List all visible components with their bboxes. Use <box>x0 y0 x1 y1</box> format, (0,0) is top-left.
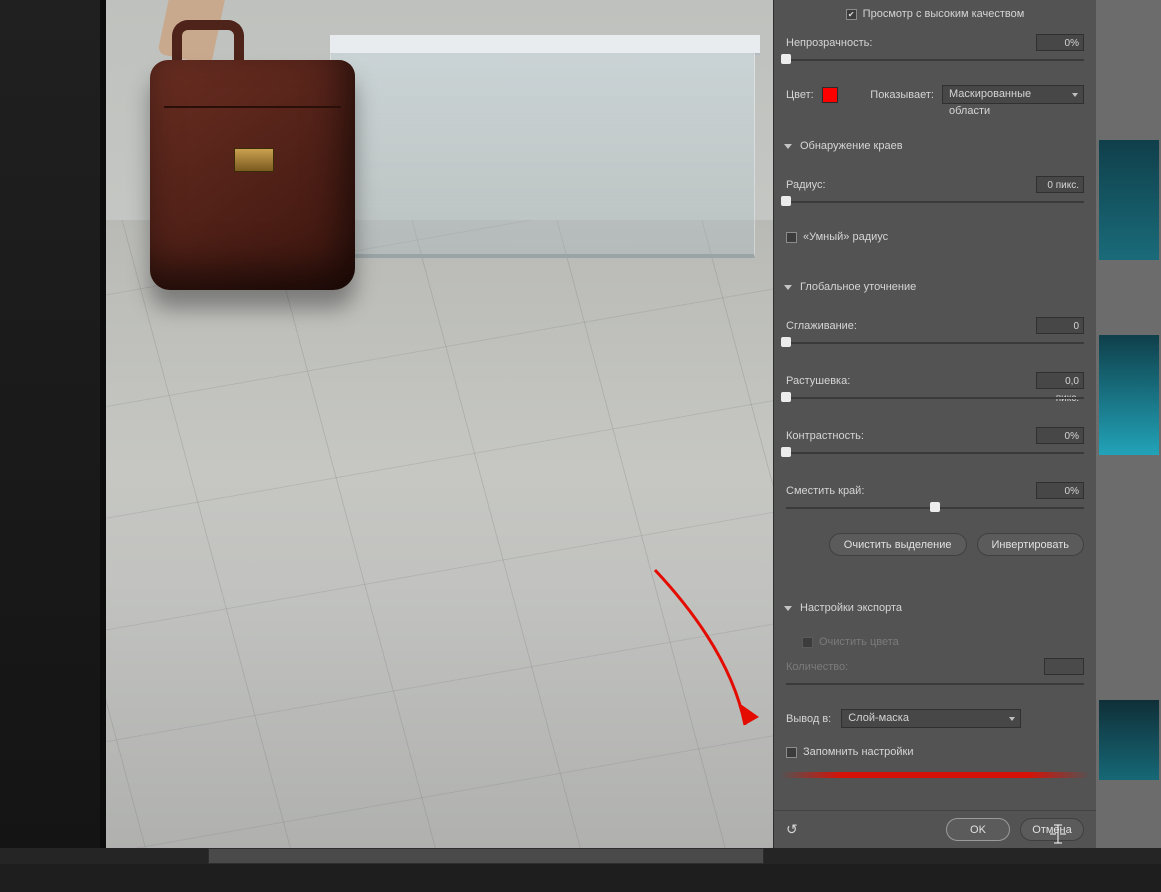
horizontal-scrollbar[interactable] <box>208 848 764 864</box>
feather-value[interactable]: 0,0 пикс. <box>1036 372 1084 389</box>
color-label: Цвет: <box>786 89 814 101</box>
feather-label: Растушевка: <box>786 375 850 387</box>
remember-settings-label: Запомнить настройки <box>803 746 914 758</box>
chevron-down-icon <box>784 285 792 290</box>
invert-button[interactable]: Инвертировать <box>977 533 1084 556</box>
opacity-value[interactable]: 0% <box>1036 34 1084 51</box>
canvas-preview[interactable] <box>0 0 773 848</box>
amount-label: Количество: <box>786 661 848 673</box>
color-swatch[interactable] <box>822 87 838 103</box>
shift-edge-label: Сместить край: <box>786 485 864 497</box>
select-and-mask-panel: Просмотр с высоким качеством Непрозрачно… <box>773 0 1096 848</box>
shows-select[interactable]: Маскированные области <box>942 85 1084 104</box>
chevron-down-icon <box>784 606 792 611</box>
high-quality-preview-checkbox[interactable] <box>846 9 857 20</box>
opacity-slider[interactable] <box>786 53 1084 67</box>
remember-settings-checkbox[interactable] <box>786 747 797 758</box>
opacity-label: Непрозрачность: <box>786 37 872 49</box>
secondary-preview-strip <box>1095 0 1161 848</box>
amount-value <box>1044 658 1084 675</box>
smooth-slider[interactable] <box>786 336 1084 350</box>
ok-button[interactable]: OK <box>946 818 1010 841</box>
clear-selection-button[interactable]: Очистить выделение <box>829 533 967 556</box>
smooth-label: Сглаживание: <box>786 320 857 332</box>
section-edge-detection[interactable]: Обнаружение краев <box>774 134 1096 158</box>
reset-icon[interactable]: ↺ <box>786 821 798 838</box>
contrast-value[interactable]: 0% <box>1036 427 1084 444</box>
cancel-button[interactable]: Отмена <box>1020 818 1084 841</box>
smart-radius-checkbox[interactable] <box>786 232 797 243</box>
scene-desk <box>330 0 760 260</box>
smooth-value[interactable]: 0 <box>1036 317 1084 334</box>
decontaminate-colors-label: Очистить цвета <box>819 636 899 648</box>
scene-person <box>0 0 220 848</box>
section-export-settings[interactable]: Настройки экспорта <box>774 596 1096 620</box>
amount-slider <box>786 677 1084 691</box>
radius-value[interactable]: 0 пикс. <box>1036 176 1084 193</box>
chevron-down-icon <box>784 144 792 149</box>
smart-radius-label: «Умный» радиус <box>803 231 888 243</box>
radius-label: Радиус: <box>786 179 826 191</box>
annotation-underline <box>780 772 1090 778</box>
shows-label: Показывает: <box>870 89 934 101</box>
feather-slider[interactable] <box>786 391 1084 405</box>
decontaminate-colors-checkbox <box>802 637 813 648</box>
shift-edge-slider[interactable] <box>786 501 1084 515</box>
app-bottom-bar <box>0 864 1161 892</box>
contrast-label: Контрастность: <box>786 430 864 442</box>
shift-edge-value[interactable]: 0% <box>1036 482 1084 499</box>
high-quality-preview-label: Просмотр с высоким качеством <box>863 8 1025 20</box>
contrast-slider[interactable] <box>786 446 1084 460</box>
section-global-refine[interactable]: Глобальное уточнение <box>774 275 1096 299</box>
output-to-select[interactable]: Слой-маска <box>841 709 1021 728</box>
output-to-label: Вывод в: <box>786 713 831 725</box>
radius-slider[interactable] <box>786 195 1084 209</box>
